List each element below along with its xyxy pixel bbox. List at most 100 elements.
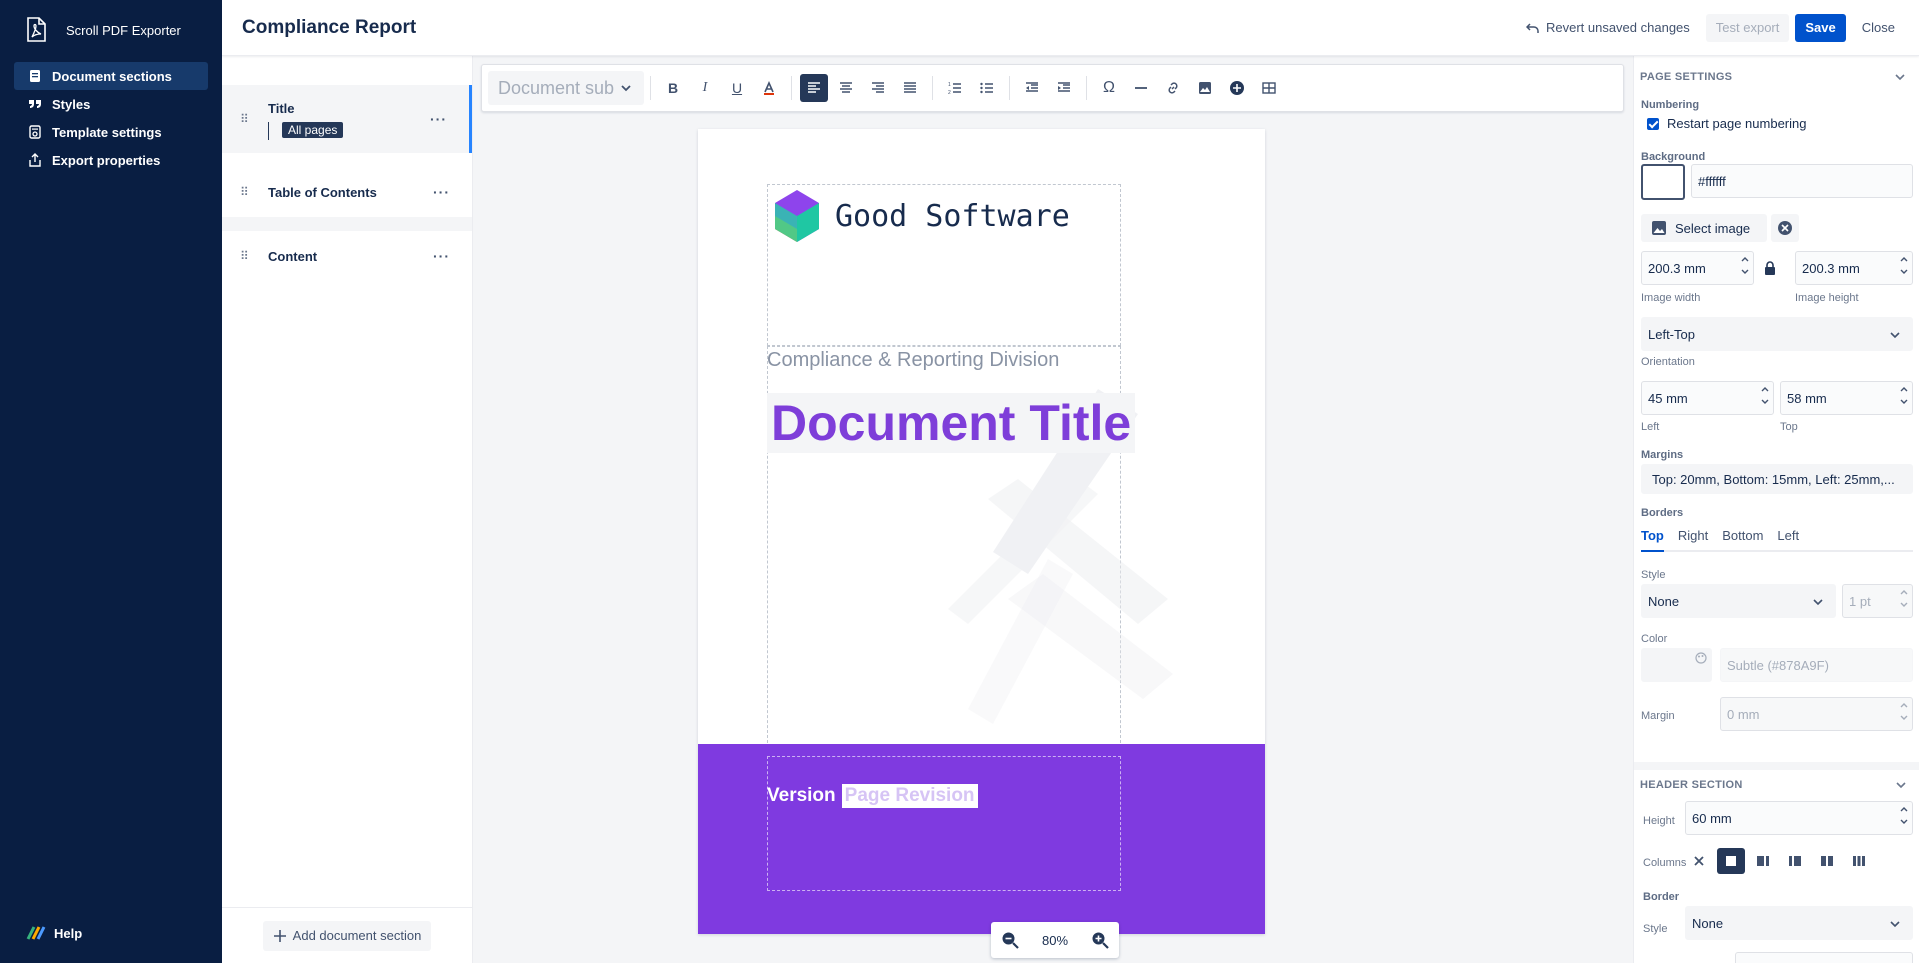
- insert-more-button[interactable]: [1223, 74, 1251, 102]
- division-text[interactable]: Compliance & Reporting Division: [767, 349, 1059, 372]
- footer-region[interactable]: [767, 756, 1121, 891]
- tab-border-bottom[interactable]: Bottom: [1722, 528, 1763, 550]
- border-width-stepper[interactable]: [1900, 588, 1908, 609]
- header-section-header[interactable]: HEADER SECTION: [1634, 770, 1919, 800]
- align-center-button[interactable]: [832, 74, 860, 102]
- align-left-button[interactable]: [800, 74, 828, 102]
- table-button[interactable]: [1255, 74, 1283, 102]
- chevron-down-icon: [1900, 269, 1908, 274]
- border-width-value: 1 pt: [1849, 593, 1871, 609]
- zoom-out-icon[interactable]: [1001, 931, 1019, 949]
- test-export-button[interactable]: Test export: [1705, 13, 1790, 42]
- header-section-heading: HEADER SECTION: [1640, 779, 1743, 791]
- nav-item-export-properties[interactable]: Export properties: [14, 146, 208, 174]
- border-color-input[interactable]: Subtle (#878A9F): [1720, 648, 1913, 682]
- more-options-icon[interactable]: ···: [433, 184, 450, 200]
- revert-button[interactable]: Revert unsaved changes: [1516, 14, 1700, 42]
- horizontal-rule-button[interactable]: [1127, 74, 1155, 102]
- columns-one-button[interactable]: [1717, 848, 1745, 874]
- columns-two-right-button[interactable]: [1749, 848, 1777, 874]
- section-item-title[interactable]: ⠿ Title All pages ···: [222, 85, 472, 153]
- image-height-value: 200.3 mm: [1802, 260, 1860, 276]
- outdent-button[interactable]: [1018, 74, 1046, 102]
- border-margin-value: 0 mm: [1727, 706, 1760, 722]
- columns-two-equal-button[interactable]: [1813, 848, 1841, 874]
- columns-two-left-button[interactable]: [1781, 848, 1809, 874]
- restart-numbering-row[interactable]: Restart page numbering: [1647, 116, 1806, 131]
- zoom-level: 80%: [1041, 932, 1069, 948]
- select-image-button[interactable]: Select image: [1641, 214, 1767, 242]
- header-height-input[interactable]: 60 mm: [1685, 801, 1913, 835]
- image-width-input[interactable]: 200.3 mm: [1641, 251, 1754, 285]
- border-margin-input[interactable]: 0 mm: [1720, 697, 1913, 731]
- background-color-input[interactable]: #ffffff: [1691, 164, 1913, 198]
- plus-icon: [273, 929, 286, 942]
- link-button[interactable]: [1159, 74, 1187, 102]
- add-document-section-button[interactable]: Add document section: [262, 920, 432, 951]
- header-height-stepper[interactable]: [1900, 805, 1908, 826]
- bullet-list-button[interactable]: [973, 74, 1001, 102]
- remove-image-button[interactable]: [1771, 214, 1799, 242]
- document-title[interactable]: Document Title: [767, 393, 1136, 453]
- help-link[interactable]: Help: [26, 925, 82, 941]
- border-margin-stepper[interactable]: [1900, 701, 1908, 722]
- nav-item-document-sections[interactable]: Document sections: [14, 62, 208, 90]
- align-right-button[interactable]: [864, 74, 892, 102]
- orientation-select[interactable]: Left-Top: [1641, 317, 1913, 351]
- italic-button[interactable]: I: [691, 74, 719, 102]
- page-settings-header[interactable]: PAGE SETTINGS: [1634, 62, 1919, 92]
- drag-handle-icon[interactable]: ⠿: [240, 185, 249, 199]
- top-position-input[interactable]: 58 mm: [1780, 381, 1913, 415]
- border-style-select[interactable]: None: [1641, 584, 1836, 618]
- border-color-swatch[interactable]: [1641, 648, 1712, 682]
- image-width-stepper[interactable]: [1741, 255, 1749, 276]
- editor-canvas: Document sub B I U 12 Ω Good Software Co…: [473, 56, 1633, 963]
- left-position-input[interactable]: 45 mm: [1641, 381, 1774, 415]
- zoom-in-icon[interactable]: [1091, 931, 1109, 949]
- more-options-icon[interactable]: ···: [433, 248, 450, 264]
- document-sections-panel: ⠿ Title All pages ··· ⠿ Table of Content…: [222, 56, 473, 963]
- tab-border-right[interactable]: Right: [1678, 528, 1708, 550]
- more-options-icon[interactable]: ···: [430, 111, 447, 127]
- underline-button[interactable]: U: [723, 74, 751, 102]
- nav-item-styles[interactable]: Styles: [14, 90, 208, 118]
- app-brand[interactable]: Scroll PDF Exporter: [0, 0, 222, 60]
- align-justify-button[interactable]: [896, 74, 924, 102]
- close-button[interactable]: Close: [1852, 14, 1905, 42]
- outdent-icon: [1026, 82, 1038, 92]
- version-line[interactable]: Version Page Revision: [767, 784, 978, 808]
- page-revision-placeholder[interactable]: Page Revision: [841, 784, 978, 808]
- drag-handle-icon[interactable]: ⠿: [240, 249, 249, 263]
- text-style-select[interactable]: Document sub: [488, 71, 644, 105]
- drag-handle-icon[interactable]: ⠿: [240, 112, 249, 126]
- top-position-value: 58 mm: [1787, 390, 1827, 406]
- border-width-input[interactable]: 1 pt: [1842, 584, 1913, 618]
- header-border-style-select[interactable]: None: [1685, 906, 1913, 940]
- margins-button[interactable]: Top: 20mm, Bottom: 15mm, Left: 25mm,...: [1641, 464, 1913, 494]
- image-button[interactable]: [1191, 74, 1219, 102]
- bold-button[interactable]: B: [659, 74, 687, 102]
- tab-border-left[interactable]: Left: [1777, 528, 1799, 550]
- lock-aspect-icon[interactable]: [1764, 261, 1776, 275]
- section-item-content[interactable]: ⠿ Content ···: [222, 231, 472, 281]
- top-position-stepper[interactable]: [1900, 385, 1908, 406]
- section-item-table-of-contents[interactable]: ⠿ Table of Contents ···: [222, 167, 472, 217]
- image-height-input[interactable]: 200.3 mm: [1795, 251, 1913, 285]
- indent-button[interactable]: [1050, 74, 1078, 102]
- special-character-button[interactable]: Ω: [1095, 74, 1123, 102]
- header-border-width-input[interactable]: [1735, 952, 1913, 963]
- export-icon: [29, 153, 41, 167]
- text-color-button[interactable]: [755, 74, 783, 102]
- columns-none-button[interactable]: [1685, 848, 1713, 874]
- tab-border-top[interactable]: Top: [1641, 528, 1664, 552]
- nav-item-template-settings[interactable]: Template settings: [14, 118, 208, 146]
- add-section-footer: Add document section: [222, 907, 472, 963]
- left-position-stepper[interactable]: [1761, 385, 1769, 406]
- numbered-list-button[interactable]: 12: [941, 74, 969, 102]
- save-button[interactable]: Save: [1795, 13, 1846, 42]
- image-height-stepper[interactable]: [1900, 255, 1908, 276]
- restart-numbering-checkbox[interactable]: [1647, 117, 1659, 130]
- background-color-swatch[interactable]: [1641, 164, 1685, 200]
- svg-text:2: 2: [948, 90, 951, 96]
- columns-three-button[interactable]: [1845, 848, 1873, 874]
